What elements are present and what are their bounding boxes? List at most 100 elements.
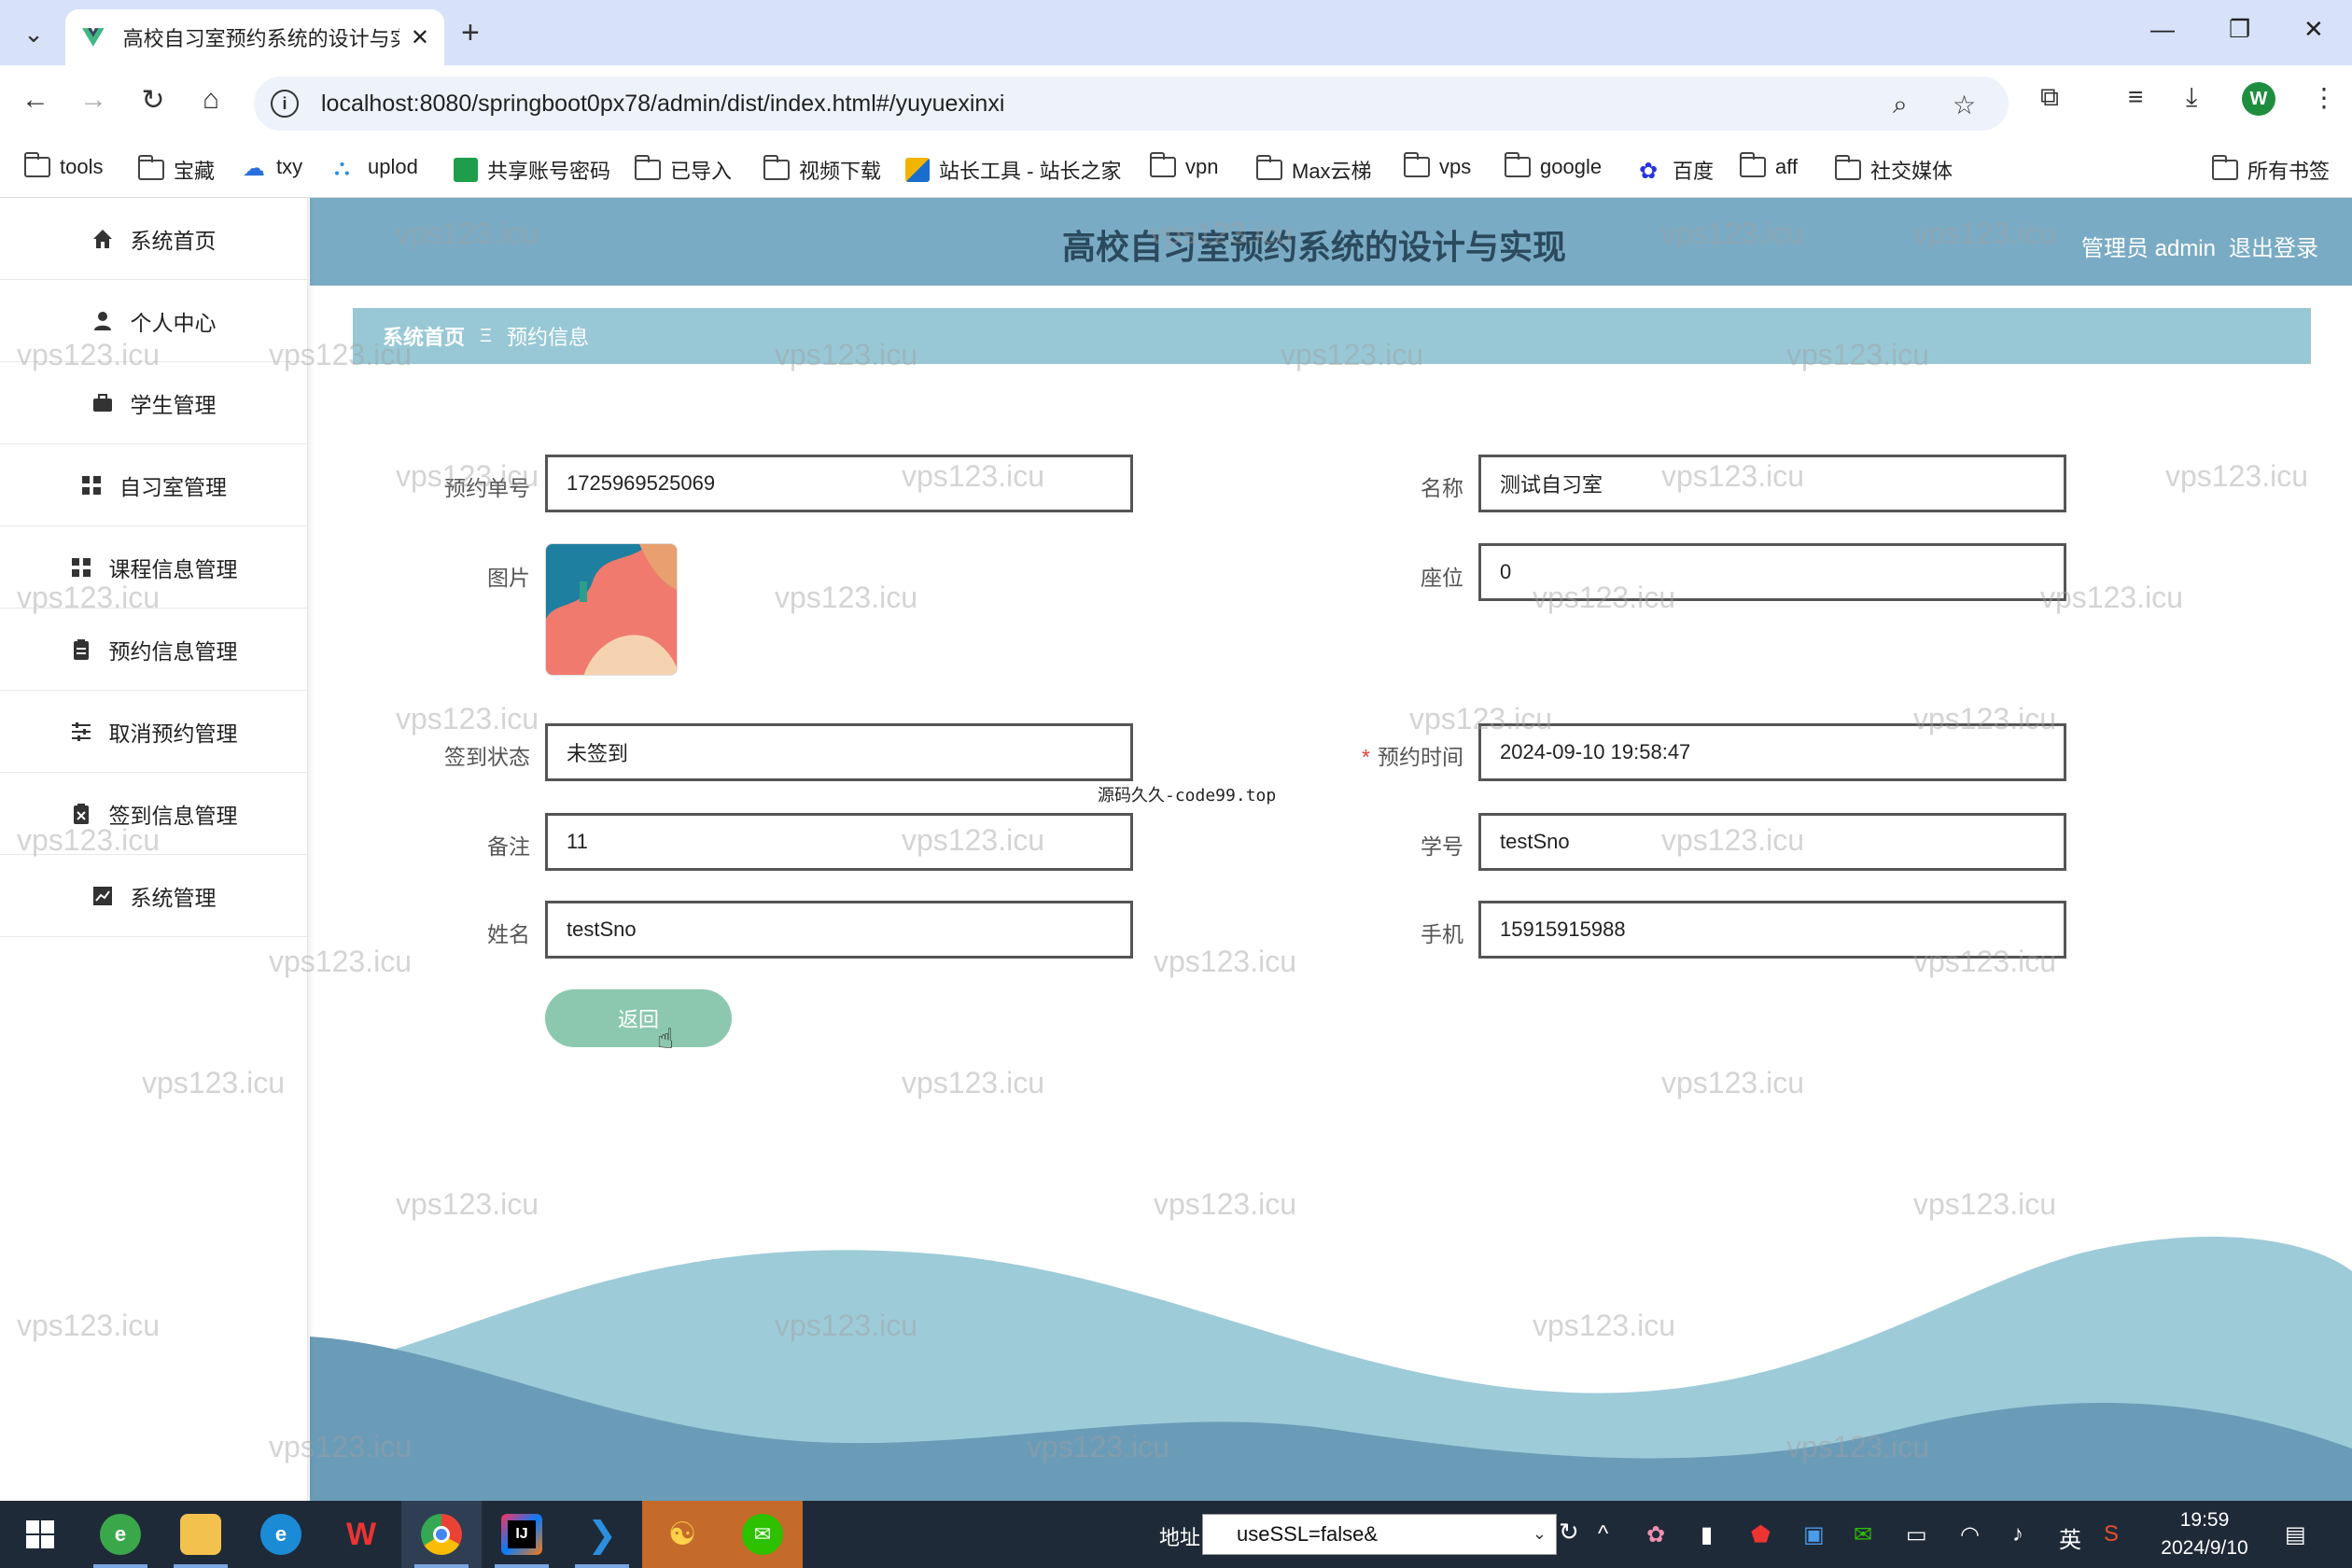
remark-field[interactable]: 11: [545, 813, 1133, 871]
phone-field[interactable]: 15915915988: [1478, 901, 2066, 959]
breadcrumb-home[interactable]: 系统首页: [383, 321, 465, 351]
zoom-icon[interactable]: ⌕: [1893, 90, 1908, 120]
bookmark-video-download[interactable]: 视频下载: [763, 155, 881, 185]
tab-search-button[interactable]: ⌄: [15, 15, 52, 52]
sidebar-item-profile[interactable]: 个人中心: [0, 280, 307, 362]
bookmark-social[interactable]: 社交媒体: [1835, 155, 1953, 185]
tray-expand-icon[interactable]: ^: [1598, 1521, 1608, 1547]
address-bar[interactable]: i localhost:8080/springboot0px78/admin/d…: [254, 77, 2009, 131]
tray-usb-icon[interactable]: ▮: [1701, 1521, 1713, 1548]
time-field[interactable]: 2024-09-10 19:58:47: [1478, 723, 2066, 781]
site-info-icon[interactable]: i: [271, 90, 299, 118]
student-name-field[interactable]: testSno: [545, 901, 1133, 959]
room-image[interactable]: [545, 543, 678, 676]
tray-sogou-icon[interactable]: S: [2104, 1521, 2119, 1547]
taskbar-intellij[interactable]: IJ: [482, 1501, 562, 1568]
new-tab-button[interactable]: +: [461, 15, 480, 51]
taskbar-chrome[interactable]: [401, 1501, 482, 1568]
taskbar-address-input[interactable]: useSSL=false& ⌄: [1202, 1514, 1557, 1555]
bookmark-baidu[interactable]: ✿ 百度: [1639, 155, 1714, 185]
sidebar-item-bookings[interactable]: 预约信息管理: [0, 609, 307, 691]
logout-link[interactable]: 退出登录: [2229, 236, 2318, 261]
tray-volume-icon[interactable]: ♪: [2012, 1521, 2023, 1547]
bookmark-uplod[interactable]: ⛬ uplod: [334, 155, 418, 180]
folder-icon: [1256, 155, 1282, 180]
url-text[interactable]: localhost:8080/springboot0px78/admin/dis…: [321, 91, 1004, 118]
tray-wifi-icon[interactable]: ◠: [1960, 1521, 1980, 1548]
media-control-icon[interactable]: ≡: [2128, 82, 2143, 112]
close-window-button[interactable]: ✕: [2303, 15, 2324, 44]
user-icon: [93, 311, 111, 330]
taskbar-file-explorer[interactable]: [161, 1501, 241, 1568]
checkin-field[interactable]: 未签到: [545, 723, 1133, 781]
taskbar-wechat[interactable]: ✉: [722, 1501, 803, 1568]
bookmark-txy[interactable]: ☁ txy: [243, 155, 302, 181]
notification-icon[interactable]: ▤: [2285, 1521, 2306, 1548]
student-no-field[interactable]: testSno: [1478, 813, 2066, 871]
back-arrow-icon[interactable]: ←: [17, 84, 54, 116]
back-button[interactable]: 返回: [545, 989, 732, 1047]
sidebar-item-checkins[interactable]: 签到信息管理: [0, 773, 307, 855]
minimize-button[interactable]: —: [2150, 15, 2175, 44]
taskbar-app-orange[interactable]: ☯: [642, 1501, 722, 1568]
taskbar-360-browser[interactable]: e: [80, 1501, 161, 1568]
sidebar-item-students[interactable]: 学生管理: [0, 362, 307, 444]
reload-icon[interactable]: ↻: [134, 84, 172, 117]
tray-battery-icon[interactable]: ▭: [1906, 1521, 1927, 1548]
bookmark-google[interactable]: google: [1505, 152, 1602, 179]
windows-taskbar: e e W IJ ❯ ☯ ✉ 地址 useSSL=false& ⌄ ↻ ^ ✿ ▮…: [0, 1501, 2352, 1568]
extensions-icon[interactable]: ⧉: [2040, 82, 2059, 113]
bookmark-vps[interactable]: vps: [1404, 152, 1471, 179]
breadcrumb-current: 预约信息: [507, 326, 590, 349]
home-browser-icon[interactable]: ⌂: [192, 84, 230, 116]
forward-arrow-icon[interactable]: →: [75, 84, 112, 116]
bookmark-max[interactable]: Max云梯: [1256, 155, 1372, 185]
seat-field[interactable]: 0: [1478, 543, 2066, 601]
name-field[interactable]: 测试自习室: [1478, 455, 2066, 512]
sidebar-item-home[interactable]: 系统首页: [0, 198, 307, 280]
home-icon: [92, 229, 112, 248]
phone-label: 手机: [1421, 922, 1463, 946]
sidebar-item-cancellations[interactable]: 取消预约管理: [0, 691, 307, 773]
upload-icon: ⛬: [334, 155, 350, 180]
restore-button[interactable]: ❐: [2229, 15, 2250, 44]
sidebar-item-courses[interactable]: 课程信息管理: [0, 526, 307, 609]
chinaz-icon: [905, 158, 930, 182]
bookmark-vpn[interactable]: vpn: [1150, 152, 1218, 179]
bookmark-baozang[interactable]: 宝藏: [138, 155, 215, 185]
menu-kebab-icon[interactable]: ⋮: [2311, 82, 2337, 113]
tray-wechat-icon[interactable]: ✉: [1854, 1521, 1872, 1548]
name-label: 名称: [1421, 476, 1463, 500]
refresh-icon[interactable]: ↻: [1559, 1518, 1579, 1547]
active-tab[interactable]: 高校自习室预约系统的设计与实现 ✕: [65, 9, 444, 65]
taskbar-vscode[interactable]: ❯: [562, 1501, 642, 1568]
chevron-down-icon[interactable]: ⌄: [1533, 1524, 1547, 1544]
bookmark-star-icon[interactable]: ☆: [1953, 90, 1976, 120]
tray-flower-icon[interactable]: ✿: [1646, 1521, 1665, 1548]
bookmark-aff[interactable]: aff: [1740, 152, 1798, 179]
bookmark-chinaz[interactable]: 站长工具 - 站长之家: [905, 155, 1122, 185]
wps-icon: W: [345, 1516, 377, 1552]
booking-no-field[interactable]: 1725969525069: [545, 455, 1133, 512]
chart-icon: [92, 886, 112, 905]
taskbar-clock[interactable]: 19:59 2024/9/10: [2149, 1506, 2261, 1562]
all-bookmarks[interactable]: 所有书签: [2212, 155, 2330, 185]
sidebar: 系统首页 个人中心 学生管理 自习室管理 课程信息管理 预约信息管理 取消预约管…: [0, 198, 308, 1501]
taskbar-wps[interactable]: W: [321, 1501, 401, 1568]
required-asterisk: *: [1362, 745, 1370, 769]
sheets-icon: [454, 158, 478, 182]
taskbar-edge[interactable]: e: [241, 1501, 321, 1568]
bookmark-imported[interactable]: 已导入: [635, 155, 732, 185]
start-button[interactable]: [0, 1501, 80, 1568]
close-tab-icon[interactable]: ✕: [411, 24, 429, 51]
briefcase-icon: [92, 393, 112, 412]
sidebar-item-system[interactable]: 系统管理: [0, 855, 307, 937]
sidebar-item-study-rooms[interactable]: 自习室管理: [0, 444, 307, 526]
tray-shield-icon[interactable]: ⬟: [1751, 1521, 1771, 1548]
tray-app-icon[interactable]: ▣: [1803, 1521, 1825, 1548]
bookmark-shared-accounts[interactable]: 共享账号密码: [454, 155, 610, 185]
bookmark-tools[interactable]: tools: [24, 152, 103, 179]
profile-avatar[interactable]: W: [2242, 82, 2275, 116]
tray-ime-label[interactable]: 英: [2059, 1521, 2081, 1554]
download-icon[interactable]: ⤓: [2186, 82, 2197, 113]
